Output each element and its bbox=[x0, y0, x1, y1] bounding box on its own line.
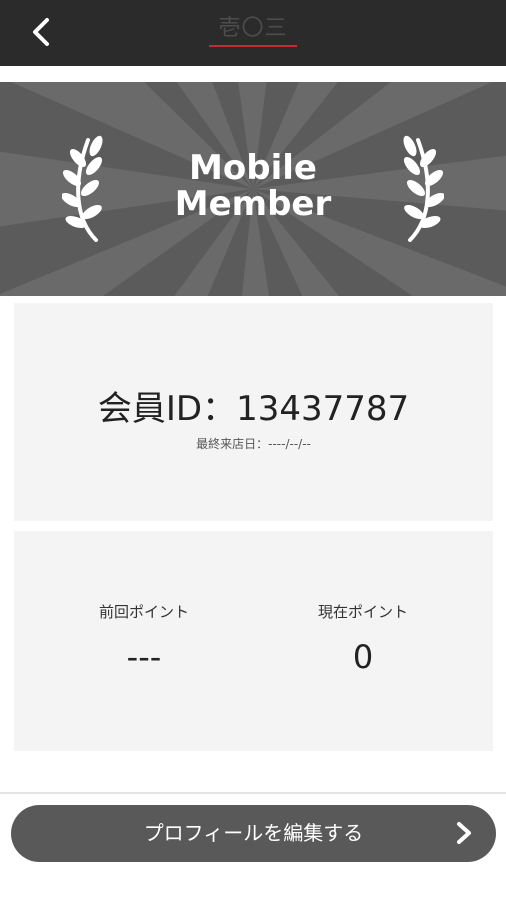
section-divider bbox=[0, 792, 506, 794]
logo-text: 壱〇三 bbox=[218, 16, 288, 41]
current-points-value: 0 bbox=[352, 638, 374, 676]
back-button[interactable] bbox=[20, 10, 64, 54]
previous-points-label: 前回ポイント bbox=[98, 603, 189, 621]
last-visit-date: 最終来店日：----/--/-- bbox=[196, 437, 311, 451]
laurel-right-icon bbox=[403, 135, 444, 242]
previous-points: 前回ポイント --- bbox=[44, 601, 244, 677]
logo-underline bbox=[209, 45, 297, 47]
previous-points-value: --- bbox=[126, 638, 162, 676]
current-points: 現在ポイント 0 bbox=[263, 601, 463, 677]
current-points-label: 現在ポイント bbox=[317, 603, 408, 621]
member-banner: Mobile Member bbox=[0, 82, 506, 296]
edit-profile-button[interactable]: プロフィールを編集する bbox=[11, 805, 496, 862]
member-id-card: 会員ID：13437787 最終来店日：----/--/-- bbox=[14, 303, 493, 521]
chevron-left-icon bbox=[33, 18, 49, 46]
chevron-right-icon bbox=[457, 822, 471, 844]
app-header: 壱〇三 bbox=[0, 0, 506, 66]
app-logo: 壱〇三 bbox=[203, 14, 303, 50]
member-id: 会員ID：13437787 bbox=[97, 389, 410, 429]
points-card: 前回ポイント --- 現在ポイント 0 bbox=[14, 531, 493, 751]
edit-profile-button-label: プロフィールを編集する bbox=[143, 821, 364, 845]
